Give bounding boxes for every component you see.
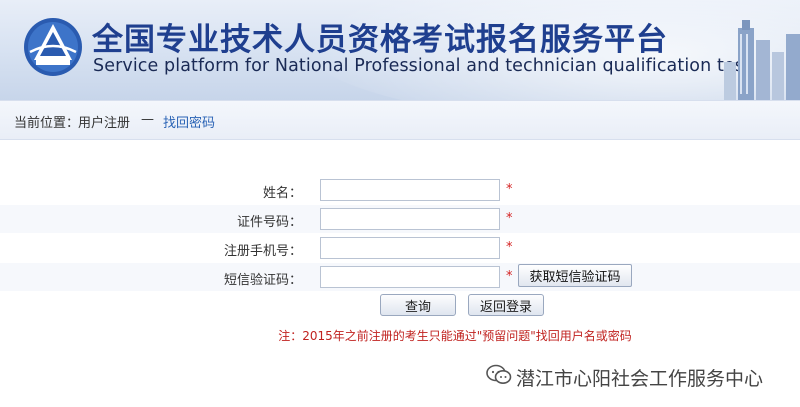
watermark-text: 潜江市心阳社会工作服务中心 bbox=[516, 368, 764, 390]
get-sms-code-button[interactable]: 获取短信验证码 bbox=[518, 264, 632, 287]
phone-label: 注册手机号： bbox=[223, 244, 302, 259]
name-input[interactable] bbox=[320, 179, 500, 201]
header-banner: 全国专业技术人员资格考试报名服务平台 Service platform for … bbox=[0, 0, 800, 100]
name-required-mark: * bbox=[506, 182, 513, 197]
wechat-icon bbox=[486, 364, 512, 384]
sms-code-input[interactable] bbox=[320, 266, 500, 288]
city-skyline-image bbox=[724, 20, 800, 100]
notice-text: 注：2015年之前注册的考生只能通过"预留问题"找回用户名或密码 bbox=[278, 329, 632, 343]
sms-code-label: 短信验证码： bbox=[223, 273, 302, 288]
id-number-label: 证件号码： bbox=[236, 215, 302, 230]
back-to-login-button[interactable]: 返回登录 bbox=[468, 294, 544, 316]
phone-input[interactable] bbox=[320, 237, 500, 259]
breadcrumb: 当前位置： 用户注册 — 找回密码 bbox=[0, 100, 800, 140]
name-label: 姓名： bbox=[262, 186, 302, 201]
id-number-required-mark: * bbox=[506, 211, 513, 226]
id-number-input[interactable] bbox=[320, 208, 500, 230]
breadcrumb-register-link[interactable]: 用户注册 bbox=[78, 112, 130, 131]
platform-logo-icon bbox=[24, 18, 82, 76]
site-title: 全国专业技术人员资格考试报名服务平台 bbox=[92, 22, 668, 58]
breadcrumb-separator: — bbox=[141, 112, 154, 127]
site-subtitle: Service platform for National Profession… bbox=[93, 56, 751, 76]
breadcrumb-prefix: 当前位置： bbox=[14, 116, 80, 131]
breadcrumb-current: 找回密码 bbox=[163, 116, 216, 131]
query-button[interactable]: 查询 bbox=[380, 294, 456, 316]
sms-code-required-mark: * bbox=[506, 269, 513, 284]
phone-required-mark: * bbox=[506, 240, 513, 255]
